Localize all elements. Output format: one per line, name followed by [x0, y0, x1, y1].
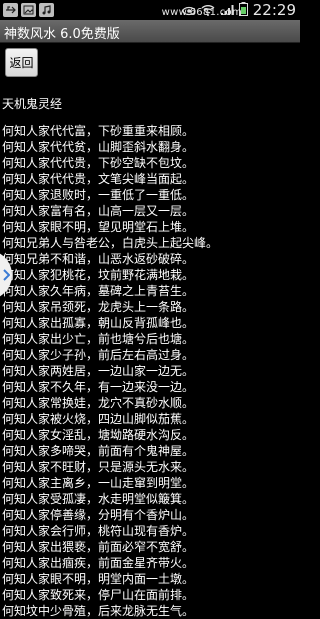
notification-icons — [0, 3, 54, 17]
list-item: 何知人家久年病，墓碑之上青苔生。 — [2, 284, 195, 298]
list-item: 何知人家吊颈死，龙虎头上一条路。 — [2, 300, 195, 314]
list-item: 何知人家退败时，一重低了一重低。 — [2, 188, 195, 202]
watermark-text: www.6681.com — [161, 7, 242, 18]
list-item: 何知人家不久年，有一边来没一边。 — [2, 380, 195, 394]
list-item: 何知人家出孤寡，朝山反背孤峰也。 — [2, 316, 195, 330]
list-item: 何知人家代代贫，山脚歪斜水翻身。 — [2, 140, 195, 154]
list-item: 何知人家犯桃花，坟前野花满地栽。 — [2, 268, 195, 282]
list-item: 何知人家代代富，下砂重重来相顾。 — [2, 124, 195, 138]
list-item: 何知人家女淫乱，塘坳路硬水沟反。 — [2, 428, 195, 442]
list-item: 何知人家两姓居，一边山家一边无。 — [2, 364, 195, 378]
chevron-right-icon — [3, 269, 10, 281]
list-item: 何知人家眼不明，望见明堂石上堆。 — [2, 220, 195, 234]
list-item: 何知兄弟不和谐，山恶水返砂破碎。 — [2, 252, 195, 266]
document-title: 天机鬼灵经 — [2, 97, 63, 111]
list-item: 何知人家常换娃，龙穴不真砂水顺。 — [2, 396, 195, 410]
list-item: 何知人家主离乡，一山走窜到明堂。 — [2, 476, 195, 490]
list-item: 何知人家停善缘，分明有个香炉山。 — [2, 508, 195, 522]
image-icon — [21, 3, 36, 17]
list-item: 何知人家致死来，停尸山在面前排。 — [2, 588, 195, 602]
list-item: 何知人家会行师，桃符山现有香炉。 — [2, 524, 195, 538]
list-item: 何知人家代代贵，文笔尖峰当面起。 — [2, 172, 195, 186]
back-button[interactable]: 返回 — [5, 48, 38, 77]
verse-list: 何知人家代代富，下砂重重来相顾。 何知人家代代贫，山脚歪斜水翻身。 何知人家代代… — [2, 123, 298, 619]
list-item: 何知人家出少亡，前也塘兮后也塘。 — [2, 332, 195, 346]
list-item: 何知人家眼不明，明堂内面一土墩。 — [2, 572, 195, 586]
app-title-bar: 神数风水 6.0免费版 — [0, 20, 300, 43]
usb-icon — [3, 3, 18, 17]
list-item: 何知人家被火烧，四边山脚似茄蕉。 — [2, 412, 195, 426]
list-item: 何知人家不旺财，只是源头无水来。 — [2, 460, 195, 474]
clock: 22:29 — [252, 1, 296, 19]
music-icon — [39, 3, 54, 17]
list-item: 何知人家受孤凄，水走明堂似簸箕。 — [2, 492, 195, 506]
list-item: 何知坟中少骨殖，后来龙脉无生气。 — [2, 604, 195, 618]
content-area[interactable]: 返回 天机鬼灵经 何知人家代代富，下砂重重来相顾。 何知人家代代贫，山脚歪斜水翻… — [0, 43, 300, 618]
list-item: 何知人家少子孙，前后左右高过身。 — [2, 348, 195, 362]
app-title: 神数风水 6.0免费版 — [4, 27, 120, 42]
status-bar: www.6681.com 22:29 — [0, 0, 300, 20]
list-item: 何知人家出猥亵，前面必窄不宽舒。 — [2, 540, 195, 554]
list-item: 何知人家多啼哭，前面有个鬼神屋。 — [2, 444, 195, 458]
list-item: 何知兄弟人与咎老公，白虎头上起尖峰。 — [2, 236, 219, 250]
list-item: 何知人家富有名，山高一层又一层。 — [2, 204, 195, 218]
list-item: 何知人家出痼疾，前面金星齐带火。 — [2, 556, 195, 570]
list-item: 何知人家代代贵，下砂空缺不包坟。 — [2, 156, 195, 170]
